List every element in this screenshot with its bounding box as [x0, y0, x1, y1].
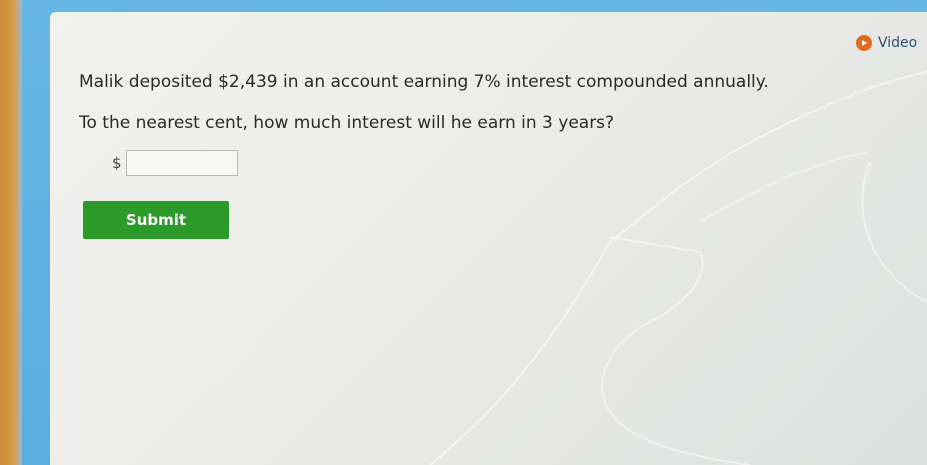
- play-icon: [856, 35, 872, 51]
- question-panel: Video Malik deposited $2,439 in an accou…: [50, 12, 927, 465]
- video-link[interactable]: Video: [856, 35, 917, 51]
- answer-row: $: [112, 150, 238, 176]
- monitor-bezel: [0, 0, 22, 465]
- answer-input[interactable]: [125, 150, 238, 176]
- question-prompt: To the nearest cent, how much interest w…: [79, 113, 615, 133]
- video-label: Video: [878, 35, 918, 51]
- dollar-sign: $: [112, 154, 122, 172]
- submit-button[interactable]: Submit: [83, 201, 229, 239]
- question-text: Malik deposited $2,439 in an account ear…: [79, 72, 769, 92]
